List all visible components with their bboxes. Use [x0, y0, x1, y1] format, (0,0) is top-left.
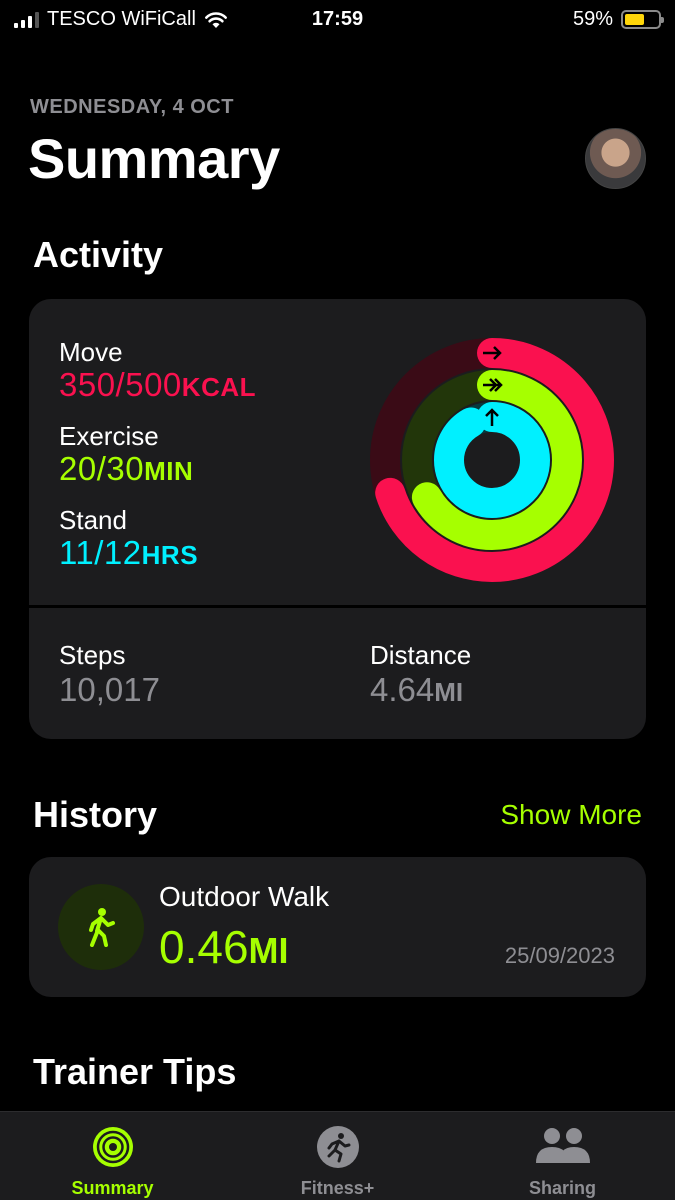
exercise-value: 20/30MIN — [59, 450, 194, 487]
distance-label: Distance — [370, 640, 472, 670]
steps-label: Steps — [59, 640, 126, 670]
show-more-link[interactable]: Show More — [500, 799, 642, 831]
activity-card[interactable]: Move 350/500KCAL Exercise 20/30MIN Stand… — [29, 299, 646, 739]
avatar[interactable] — [585, 128, 646, 189]
tab-summary[interactable]: Summary — [0, 1112, 225, 1200]
stand-label: Stand — [59, 505, 127, 535]
stand-value: 11/12HRS — [59, 534, 199, 571]
workout-badge — [58, 884, 144, 970]
activity-rings-icon — [92, 1127, 133, 1167]
exercise-label: Exercise — [59, 421, 159, 451]
workout-distance: 0.46MI — [159, 921, 289, 973]
tab-label: Sharing — [528, 1178, 596, 1198]
page-title: Summary — [28, 127, 280, 190]
people-icon — [535, 1128, 590, 1163]
trainer-tips-section-title: Trainer Tips — [33, 1051, 237, 1092]
date-label: WEDNESDAY, 4 OCT — [30, 96, 234, 118]
tab-label: Fitness+ — [300, 1178, 375, 1198]
tab-bar: Summary Fitness+ Sharing — [0, 1111, 675, 1200]
workout-card[interactable]: Outdoor Walk 0.46MI 25/09/2023 — [29, 857, 646, 997]
workout-title: Outdoor Walk — [159, 881, 330, 912]
distance-value: 4.64MI — [370, 671, 464, 708]
status-right: 59% — [572, 8, 664, 31]
workout-date: 25/09/2023 — [504, 943, 615, 968]
activity-section-title: Activity — [33, 234, 164, 275]
walking-figure-icon — [89, 908, 115, 947]
history-section-title: History — [33, 794, 158, 835]
battery-percent: 59% — [572, 8, 613, 30]
tab-fitness-plus[interactable]: Fitness+ — [225, 1112, 450, 1200]
battery-icon — [621, 10, 664, 29]
card-divider — [29, 605, 646, 608]
steps-value: 10,017 — [59, 671, 160, 708]
stand-ring — [434, 402, 550, 518]
move-value: 350/500KCAL — [59, 366, 257, 403]
running-figure-icon — [316, 1126, 359, 1168]
tab-sharing[interactable]: Sharing — [450, 1112, 675, 1200]
move-label: Move — [59, 337, 123, 367]
activity-rings — [370, 338, 614, 582]
status-bar: TESCO WiFiCall 17:59 59% — [0, 0, 675, 40]
tab-label: Summary — [71, 1178, 154, 1198]
